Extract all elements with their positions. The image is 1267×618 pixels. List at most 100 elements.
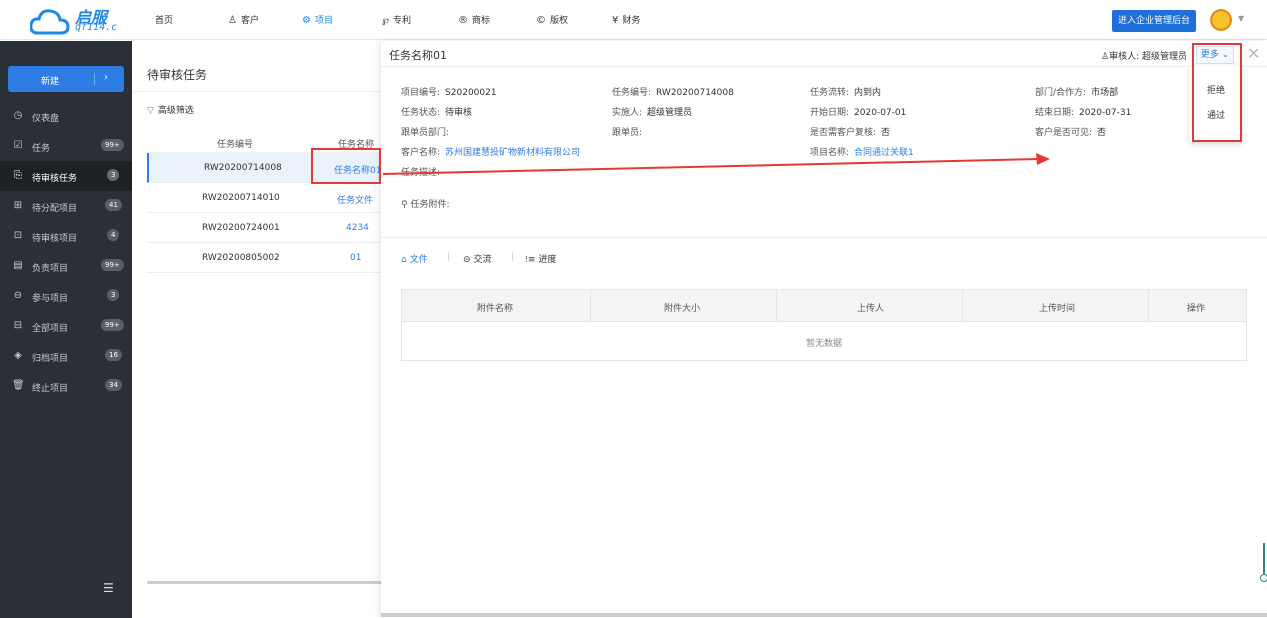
nav-clients[interactable]: ♙ 客户	[228, 13, 259, 26]
column-header-file-name: 附件名称	[477, 304, 514, 314]
sidebar: 新建 › ◷ 仪表盘 ☑ 任务 99+ ⎘ 待审核任务 3 ⊞ 待分配项目 41…	[0, 41, 132, 618]
table-header: 附件名称 附件大小 上传人 上传时间 操作	[402, 290, 1246, 322]
chevron-right-icon: ›	[104, 72, 108, 83]
table-row[interactable]: RW20200805002 01	[147, 243, 382, 273]
user-group-icon: ♙	[228, 15, 237, 26]
reviewer-info: ♙审核人: 超级管理员	[1101, 52, 1187, 62]
sidebar-item-responsible[interactable]: ▤ 负责项目 99+	[0, 251, 132, 281]
client-name-link[interactable]: 苏州国建慧投矿物新材料有限公司	[445, 148, 580, 158]
count-badge: 99+	[101, 139, 124, 151]
field-client-visible: 客户是否可见: 否	[1035, 128, 1107, 138]
highlight-box	[311, 148, 381, 184]
column-header-uploader: 上传人	[857, 304, 885, 314]
field-project-no: 项目编号: S20200021	[401, 88, 497, 98]
column-header-actions: 操作	[1187, 304, 1206, 314]
progress-icon: ⁝≡	[525, 255, 536, 265]
field-client-review: 是否需客户复核: 否	[810, 128, 891, 138]
sidebar-item-archive[interactable]: ◈ 归档项目 16	[0, 341, 132, 371]
advanced-filter-button[interactable]: ▽ 高级筛选	[147, 103, 194, 116]
field-description: 任务描述:	[401, 168, 441, 178]
field-end-date: 结束日期: 2020-07-31	[1035, 108, 1132, 118]
review-project-icon: ⊡	[13, 230, 23, 241]
count-badge: 99+	[101, 259, 124, 271]
close-icon[interactable]: ✕	[1247, 44, 1260, 63]
column-header-upload-time: 上传时间	[1039, 304, 1076, 314]
enter-admin-button[interactable]: 进入企业管理后台	[1112, 10, 1196, 32]
nav-finance[interactable]: ¥ 财务	[612, 13, 640, 26]
filter-icon: ▽	[147, 106, 154, 116]
collapse-menu-icon[interactable]: ☰	[103, 581, 114, 595]
nav-home[interactable]: 首页	[155, 13, 173, 26]
responsible-icon: ▤	[13, 260, 23, 271]
count-badge: 99+	[101, 319, 124, 331]
field-task-no: 任务编号: RW20200714008	[612, 88, 734, 98]
count-badge: 34	[105, 379, 122, 391]
count-badge: 3	[107, 169, 120, 181]
count-badge: 4	[107, 229, 120, 241]
nav-trademarks[interactable]: ® 商标	[458, 13, 490, 26]
page-title: 待审核任务	[147, 68, 208, 82]
tab-files[interactable]: ⌂ 文件	[401, 252, 428, 265]
logo[interactable]: 启服 qf114.c	[30, 3, 130, 37]
field-project-name: 项目名称: 合同通过关联1	[810, 148, 914, 158]
chevron-down-icon[interactable]: ▼	[1238, 14, 1244, 23]
project-icon: ⚙	[302, 15, 311, 26]
archive-icon: ◈	[14, 350, 22, 361]
file-icon: ⌂	[401, 255, 407, 265]
top-navbar: 启服 qf114.c 首页 ♙ 客户 ⚙ 项目 ℘ 专利 ® 商标 © 版权 ¥ 财务 进入…	[0, 0, 1267, 40]
nav-patents[interactable]: ℘ 专利	[382, 13, 411, 26]
sidebar-item-review-projects[interactable]: ⊡ 待审核项目 4	[0, 221, 132, 251]
assign-icon: ⊞	[13, 200, 23, 211]
registered-icon: ®	[458, 15, 468, 26]
field-task-flow: 任务流转: 内到内	[810, 88, 882, 98]
field-dept: 部门/合作方: 市场部	[1035, 88, 1119, 98]
brand-url: qf114.c	[75, 22, 118, 33]
field-follow-dept: 跟单员部门:	[401, 128, 450, 138]
column-header-file-size: 附件大小	[664, 304, 701, 314]
copyright-icon: ©	[536, 15, 546, 26]
all-projects-icon: ⊟	[13, 320, 23, 331]
task-icon: ☑	[13, 140, 23, 151]
sidebar-item-tasks[interactable]: ☑ 任务 99+	[0, 131, 132, 161]
field-task-status: 任务状态: 待审核	[401, 108, 473, 118]
horizontal-scrollbar[interactable]	[147, 581, 382, 584]
highlight-box	[1192, 43, 1242, 142]
nav-projects[interactable]: ⚙ 项目	[302, 13, 333, 26]
sidebar-item-terminated[interactable]: 🗑 终止项目 34	[0, 371, 132, 401]
sidebar-item-assign-projects[interactable]: ⊞ 待分配项目 41	[0, 191, 132, 221]
new-button[interactable]: 新建 ›	[8, 66, 124, 92]
sidebar-item-review-tasks[interactable]: ⎘ 待审核任务 3	[0, 161, 132, 191]
dashboard-icon: ◷	[13, 110, 23, 121]
table-row[interactable]: RW20200714010 任务文件	[147, 183, 382, 213]
field-attachments: ⚲ 任务附件:	[401, 200, 450, 210]
tab-progress[interactable]: ⁝≡ 进度	[525, 252, 556, 265]
table-row[interactable]: RW20200724001 4234	[147, 213, 382, 243]
field-client-name: 客户名称: 苏州国建慧投矿物新材料有限公司	[401, 148, 581, 158]
project-name-link[interactable]: 合同通过关联1	[854, 148, 914, 158]
nav-copyright[interactable]: © 版权	[536, 13, 568, 26]
user-icon: ♙	[1101, 52, 1110, 62]
field-assignee: 实施人: 超级管理员	[612, 108, 693, 118]
sidebar-item-all-projects[interactable]: ⊟ 全部项目 99+	[0, 311, 132, 341]
trash-icon: 🗑	[12, 380, 25, 391]
count-badge: 16	[105, 349, 122, 361]
task-detail-drawer: 任务名称01 ♙审核人: 超级管理员 更多 ⌄ ✕ 项目编号: S20200021…	[381, 41, 1267, 618]
sidebar-item-participate[interactable]: ⊖ 参与项目 3	[0, 281, 132, 311]
cloud-logo-icon	[30, 9, 70, 35]
task-list-panel: 待审核任务 ▽ 高级筛选 任务编号 任务名称 RW20200714008 任务名称…	[132, 41, 382, 618]
field-follower: 跟单员:	[612, 128, 643, 138]
count-badge: 3	[107, 289, 120, 301]
participate-icon: ⊖	[13, 290, 23, 301]
patent-icon: ℘	[382, 15, 389, 26]
scroll-handle[interactable]	[1260, 574, 1267, 582]
column-header-task-no: 任务编号	[217, 140, 254, 150]
sidebar-item-dashboard[interactable]: ◷ 仪表盘	[0, 101, 132, 131]
horizontal-scrollbar[interactable]	[381, 613, 1267, 617]
field-start-date: 开始日期: 2020-07-01	[810, 108, 907, 118]
detail-title: 任务名称01	[389, 49, 447, 62]
empty-state: 暂无数据	[805, 339, 842, 349]
review-task-icon: ⎘	[14, 170, 22, 181]
count-badge: 41	[105, 199, 122, 211]
tab-communication[interactable]: ⊝ 交流	[463, 252, 492, 265]
avatar[interactable]	[1210, 9, 1232, 31]
